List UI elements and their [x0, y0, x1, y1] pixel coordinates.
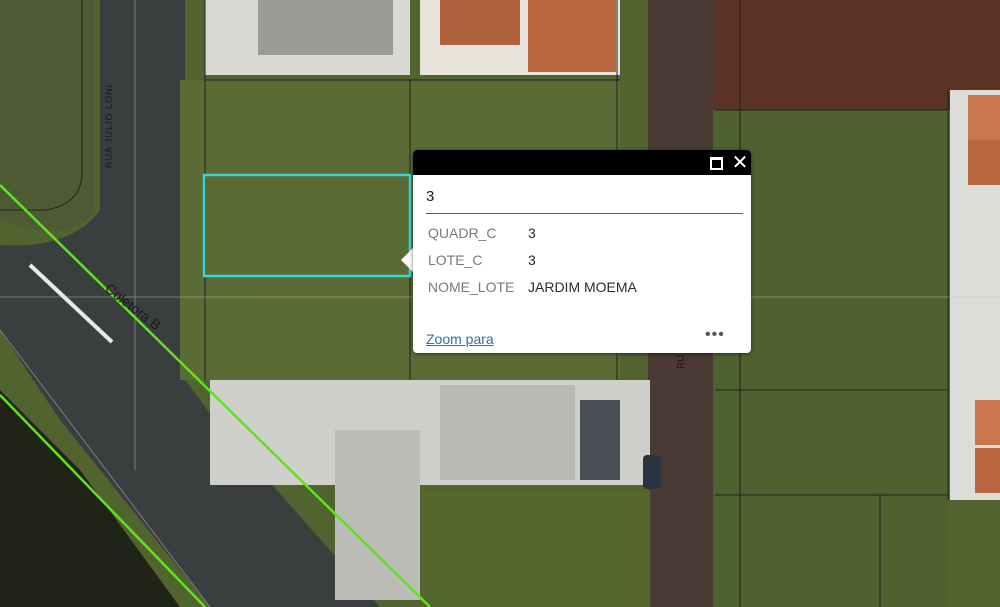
attribute-key: QUADR_C — [428, 225, 497, 241]
more-options-icon[interactable]: ••• — [705, 326, 725, 344]
street-label-rua-julio-loni: RUA JULIO LONI — [104, 83, 114, 168]
roof-tile-2 — [528, 0, 616, 72]
roof-right-1 — [968, 95, 1000, 140]
roof-tile-1 — [440, 0, 520, 45]
popup-divider — [426, 213, 743, 214]
close-icon[interactable]: ✕ — [731, 152, 749, 172]
attribute-row: LOTE_C 3 — [428, 252, 536, 268]
maximize-icon[interactable] — [710, 157, 723, 170]
roof-right-3 — [975, 400, 1000, 445]
zoom-to-link[interactable]: Zoom para — [426, 331, 494, 347]
attribute-key: NOME_LOTE — [428, 279, 515, 295]
field-left — [0, 0, 95, 231]
popup-header: ✕ — [413, 150, 751, 175]
roof-bottom-1 — [440, 385, 575, 480]
building-bottom-2 — [335, 430, 420, 600]
car — [643, 455, 661, 489]
popup-title: 3 — [426, 188, 435, 205]
roof-bottom-2 — [580, 400, 620, 480]
attribute-row: QUADR_C 3 — [428, 225, 536, 241]
roof-top-1 — [258, 0, 393, 55]
attribute-value: JARDIM MOEMA — [528, 279, 637, 295]
attribute-value: 3 — [528, 252, 536, 268]
feature-popup: ✕ 3 QUADR_C 3 LOTE_C 3 NOME_LOTE JARDIM MOE… — [413, 150, 751, 353]
street-label-ru: RU — [676, 354, 687, 369]
popup-pointer — [401, 248, 413, 272]
attribute-value: 3 — [528, 225, 536, 241]
grass-bottom — [420, 490, 650, 607]
attribute-key: LOTE_C — [428, 252, 483, 268]
roof-right-2 — [968, 140, 1000, 185]
attribute-row: NOME_LOTE JARDIM MOEMA — [428, 279, 637, 295]
roof-right-4 — [975, 448, 1000, 493]
